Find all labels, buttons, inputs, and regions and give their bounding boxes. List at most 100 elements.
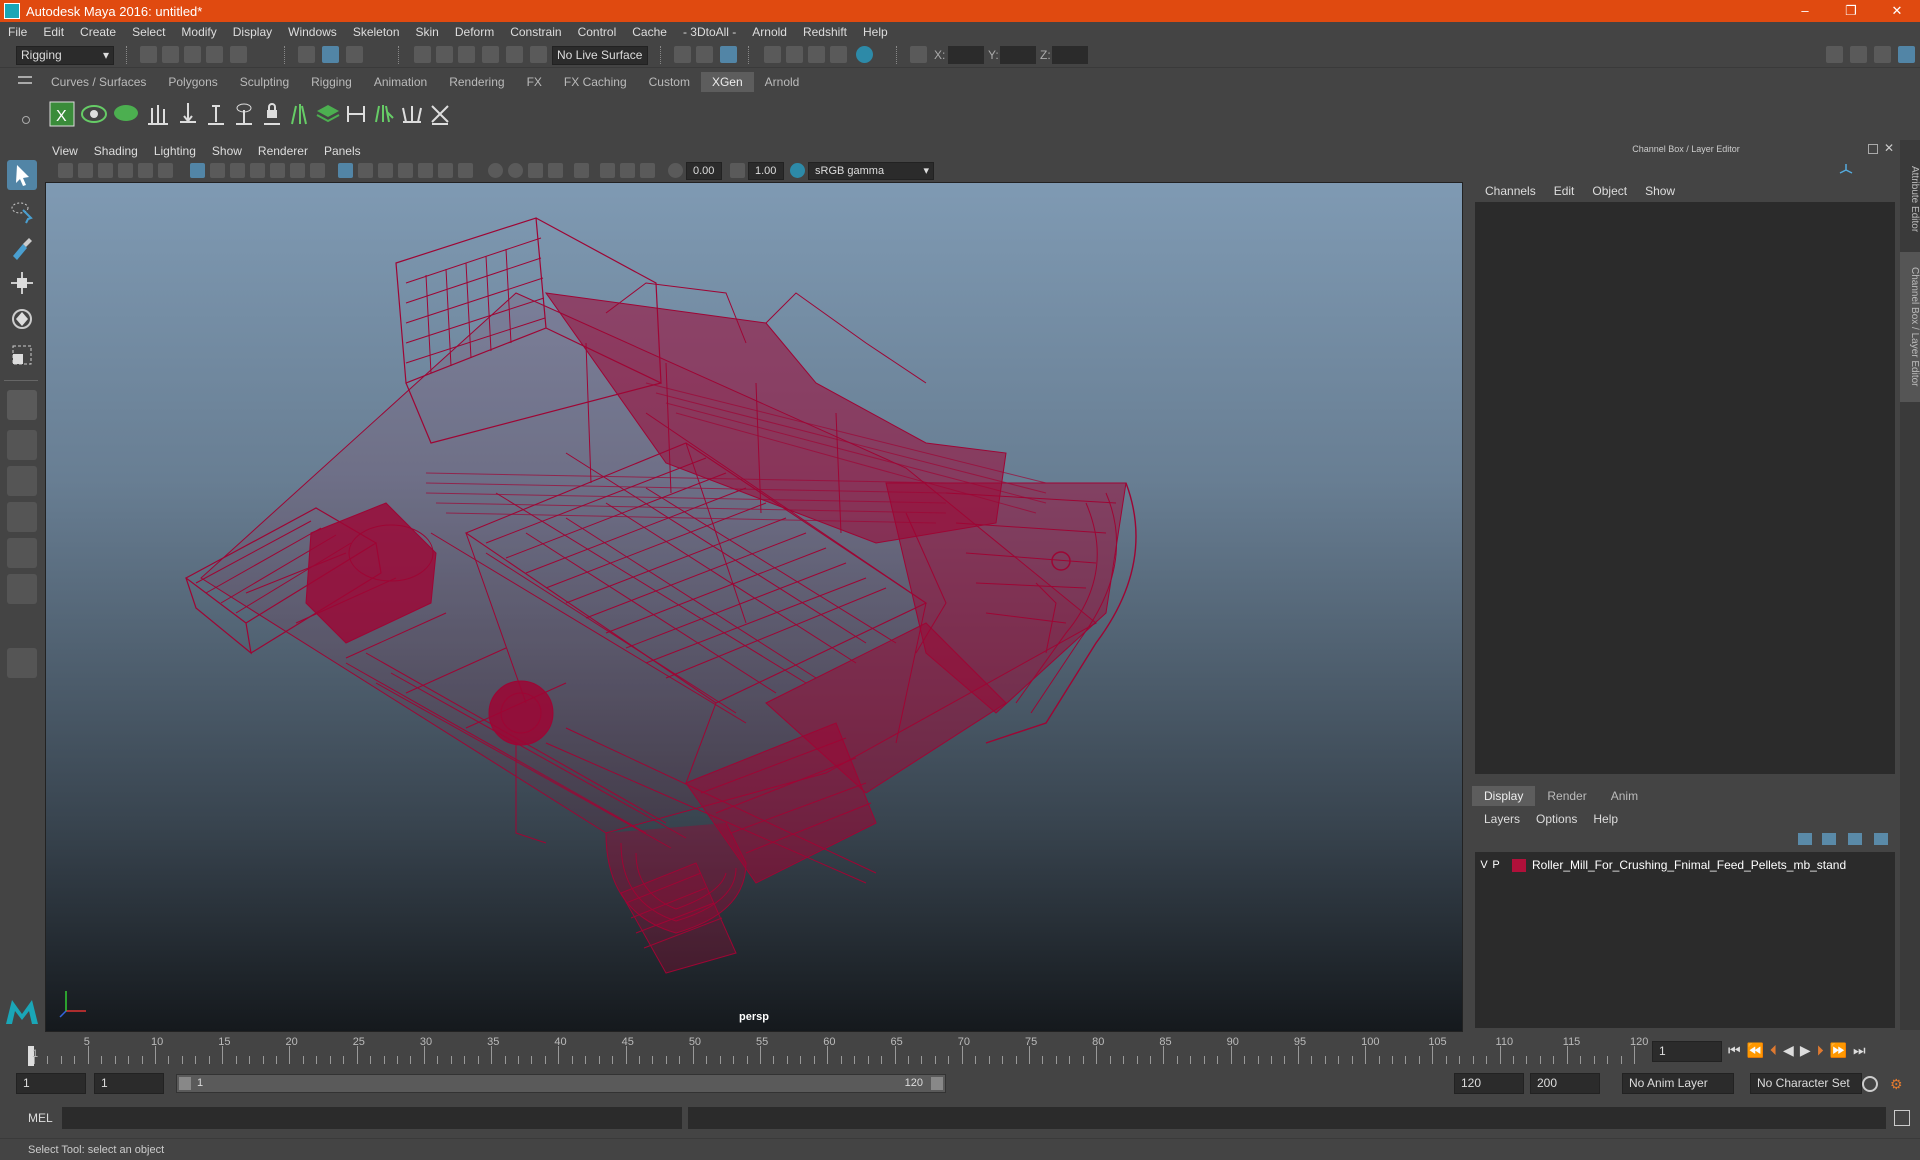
tab-fx-caching[interactable]: FX Caching	[553, 72, 638, 92]
exposure-field[interactable]: 0.00	[686, 162, 722, 180]
snap-surface-icon[interactable]	[506, 46, 523, 63]
step-back-key-icon[interactable]: ⏪	[1747, 1042, 1764, 1059]
tool-settings-toggle-icon[interactable]	[1874, 46, 1891, 63]
layer-visibility-toggle[interactable]: V	[1478, 859, 1490, 871]
undo-icon[interactable]	[206, 46, 223, 63]
xray-components-icon[interactable]	[528, 163, 543, 178]
camera-attributes-icon[interactable]	[78, 163, 93, 178]
new-layer-selected-icon[interactable]	[1848, 833, 1862, 845]
cut-guides-icon[interactable]	[426, 100, 454, 128]
step-forward-frame-icon[interactable]: ⏵	[1817, 1042, 1824, 1059]
resolution-gate-icon[interactable]	[230, 163, 245, 178]
tab-xgen[interactable]: XGen	[700, 72, 754, 92]
scene-start-field[interactable]: 1	[16, 1073, 86, 1094]
xray-joints-icon[interactable]	[508, 163, 523, 178]
select-tool-icon[interactable]	[7, 160, 37, 190]
snap-live-icon[interactable]	[530, 46, 547, 63]
command-input[interactable]	[62, 1107, 682, 1129]
four-view-layout-icon[interactable]	[7, 430, 37, 460]
tab-arnold[interactable]: Arnold	[754, 72, 811, 92]
show-menu[interactable]: Show	[1636, 184, 1684, 198]
shadows-icon[interactable]	[438, 163, 453, 178]
options-menu[interactable]: Options	[1528, 812, 1585, 826]
tab-display[interactable]: Display	[1472, 786, 1536, 806]
shelf-menu-icon[interactable]	[18, 76, 32, 84]
current-frame-field[interactable]: 1	[1652, 1041, 1722, 1062]
menu-skeleton[interactable]: Skeleton	[345, 25, 408, 39]
playback-end-field[interactable]: 120	[1454, 1073, 1524, 1094]
tab-polygons[interactable]: Polygons	[157, 72, 228, 92]
select-hierarchy-icon[interactable]	[298, 46, 315, 63]
transform-mode-icon[interactable]	[910, 46, 927, 63]
sculpt-guide-icon[interactable]	[202, 100, 230, 128]
menu-edit[interactable]: Edit	[35, 25, 72, 39]
motion-blur-icon[interactable]	[600, 163, 615, 178]
menu-redshift[interactable]: Redshift	[795, 25, 855, 39]
attribute-editor-toggle-icon[interactable]	[1850, 46, 1867, 63]
layer-help-menu[interactable]: Help	[1585, 812, 1626, 826]
layer-playback-toggle[interactable]: P	[1490, 859, 1502, 871]
safe-title-icon[interactable]	[310, 163, 325, 178]
close-panel-icon[interactable]: ✕	[1884, 141, 1894, 155]
gate-mask-icon[interactable]	[250, 163, 265, 178]
menu-arnold[interactable]: Arnold	[744, 25, 795, 39]
move-tool-icon[interactable]	[7, 268, 37, 298]
play-backwards-icon[interactable]: ◀	[1783, 1042, 1794, 1059]
auto-key-icon[interactable]	[1862, 1076, 1878, 1092]
channels-menu[interactable]: Channels	[1476, 184, 1545, 198]
tab-fx[interactable]: FX	[516, 72, 553, 92]
anim-layer-dropdown[interactable]: No Anim Layer	[1622, 1073, 1734, 1094]
restore-button[interactable]: ❐	[1828, 3, 1874, 19]
place-guides-icon[interactable]	[144, 100, 172, 128]
persp-graph-layout-icon[interactable]	[7, 502, 37, 532]
menu-cache[interactable]: Cache	[624, 25, 675, 39]
layer-row[interactable]: V P Roller_Mill_For_Crushing_Fnimal_Feed…	[1478, 856, 1892, 874]
menu-skin[interactable]: Skin	[408, 25, 447, 39]
viewport-menu-renderer[interactable]: Renderer	[250, 144, 316, 160]
output-ops-icon[interactable]	[696, 46, 713, 63]
go-to-start-icon[interactable]: ⏮	[1728, 1042, 1741, 1059]
tab-animation[interactable]: Animation	[363, 72, 438, 92]
groom-brush-icon[interactable]	[370, 100, 398, 128]
step-forward-key-icon[interactable]: ⏩	[1830, 1042, 1847, 1059]
menu-constrain[interactable]: Constrain	[502, 25, 569, 39]
object-menu[interactable]: Object	[1583, 184, 1636, 198]
playback-start-field[interactable]: 1	[94, 1073, 164, 1094]
tab-custom[interactable]: Custom	[638, 72, 701, 92]
viewport-menu-shading[interactable]: Shading	[86, 144, 146, 160]
grease-pencil-icon[interactable]	[158, 163, 173, 178]
side-tab-channel-box[interactable]: Channel Box / Layer Editor	[1900, 252, 1920, 402]
construction-history-icon[interactable]	[720, 46, 737, 63]
range-end-handle[interactable]	[931, 1077, 943, 1090]
ambient-occlusion-icon[interactable]	[458, 163, 473, 178]
viewport-menu-view[interactable]: View	[44, 144, 86, 160]
menu-control[interactable]: Control	[570, 25, 625, 39]
backface-culling-icon[interactable]	[548, 163, 563, 178]
gamma-icon[interactable]	[730, 163, 745, 178]
depth-of-field-icon[interactable]	[640, 163, 655, 178]
field-chart-icon[interactable]	[270, 163, 285, 178]
range-slider[interactable]: 1 120	[176, 1074, 946, 1093]
grass-guides-icon[interactable]	[286, 100, 314, 128]
grid-toggle-icon[interactable]	[190, 163, 205, 178]
range-start-handle[interactable]	[179, 1077, 191, 1090]
wireframe-on-shaded-icon[interactable]	[378, 163, 393, 178]
time-slider[interactable]: 1 5 10 15 20 25 30 35 40 45 50 55 60 65 70 75 80 85 90 95 10…	[26, 1034, 1648, 1066]
interactive-groom-icon[interactable]	[342, 100, 370, 128]
edit-menu[interactable]: Edit	[1545, 184, 1584, 198]
viewport-menu-panels[interactable]: Panels	[316, 144, 369, 160]
rotate-tool-icon[interactable]	[7, 304, 37, 334]
comb-brush-icon[interactable]	[398, 100, 426, 128]
view-transform-dropdown[interactable]: sRGB gamma ▾	[808, 162, 934, 180]
outliner-persp-layout-icon[interactable]	[7, 574, 37, 604]
go-to-end-icon[interactable]: ⏭	[1853, 1042, 1866, 1059]
two-d-pan-zoom-icon[interactable]	[138, 163, 153, 178]
tab-render[interactable]: Render	[1535, 786, 1598, 806]
tab-sculpting[interactable]: Sculpting	[229, 72, 300, 92]
ipr-render-icon[interactable]	[808, 46, 825, 63]
character-set-dropdown[interactable]: No Character Set	[1750, 1073, 1862, 1094]
viewport-menu-lighting[interactable]: Lighting	[146, 144, 204, 160]
menu-windows[interactable]: Windows	[280, 25, 345, 39]
redo-icon[interactable]	[230, 46, 247, 63]
color-management-icon[interactable]	[790, 163, 805, 178]
